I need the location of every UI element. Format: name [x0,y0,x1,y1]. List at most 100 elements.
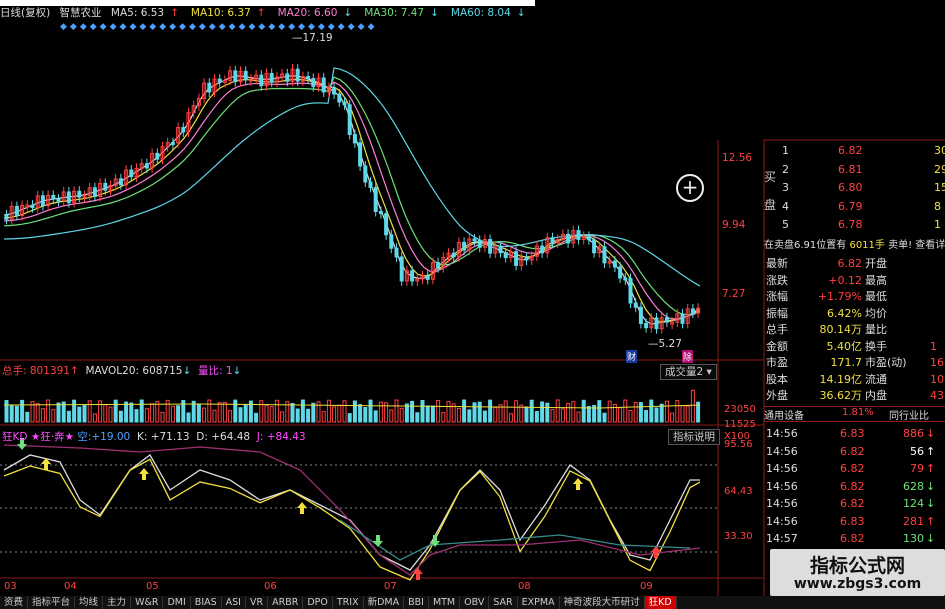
candle [550,237,555,244]
indicator-select-dropdown[interactable]: 成交量2 ▾ [660,364,717,380]
indicator-tab[interactable]: DMI [163,596,191,609]
finance-marker[interactable]: 财 [626,350,638,363]
ex-rights-marker[interactable]: 除 [682,350,694,363]
volume-bar [51,409,56,423]
candle [368,181,373,188]
indicator-tab[interactable]: MTM [429,596,461,609]
tick-volume: 628 [903,479,924,493]
candle [451,252,456,258]
volume-bar [581,399,586,423]
candle [618,266,623,279]
date-label: 04 [64,581,77,592]
volume-bar [4,400,9,423]
volume-bar [597,400,602,423]
indicator-tab[interactable]: 指标平台 [28,596,76,609]
quote-row: 市盈 171.7 市盈(动) 16 [764,355,945,371]
volume-bar [332,406,337,423]
quote-label: 涨跌 [766,273,788,287]
indicator-tab[interactable]: ASI [222,596,246,609]
volume-axis-2: 11525 [724,419,756,430]
zoom-in-button[interactable]: + [676,174,704,202]
indicator-tab[interactable]: 主力 [103,596,132,609]
volume-bar [654,407,659,423]
order-notice-text: 在卖盘6.91位置有 [764,240,847,251]
level-price: 6.79 [838,199,863,213]
j-value: J: +84.43 [256,431,306,443]
volume-bar [222,401,227,423]
candle [602,246,607,264]
volume-bar [9,405,14,423]
candle [389,234,394,249]
level-volume: 29 [934,162,945,176]
volume-bar [540,401,545,423]
quote-value-2: 43.5 [930,389,945,402]
quote-row: 外盘 36.62万内盘 43.5 [764,388,945,404]
order-book-row[interactable]: 5 6.78 1 [764,217,945,233]
indicator-tab[interactable]: SAR [489,596,518,609]
mavol-label: MAVOL20: 608715 [85,365,183,377]
volume-bar [482,410,487,423]
order-book-row[interactable]: 4 6.79 8 [764,199,945,215]
indicator-tab[interactable]: OBV [460,596,490,609]
tick-price: 6.82 [840,479,865,493]
volume-bar [124,401,129,423]
watermark-logo: 指标公式网 www.zbgs3.com [770,549,945,596]
indicator-tab[interactable]: DPO [303,596,333,609]
level-number: 4 [782,199,789,213]
indicator-tab[interactable]: VR [246,596,269,609]
candle [347,104,352,136]
volume-bar [35,403,40,423]
order-book-row[interactable]: 2 6.81 29 [764,162,945,178]
volume-bar [347,413,352,423]
order-notice[interactable]: 在卖盘6.91位置有 6011手 卖单! 查看详 [764,236,945,251]
indicator-tab[interactable]: BBI [404,596,429,609]
order-book-row[interactable]: 1 6.82 30 [764,143,945,159]
volume-bar [436,399,441,423]
candle [207,82,212,93]
sector-compare-link[interactable]: 同行业比 [889,407,929,422]
candle [332,87,337,95]
volume-bar [160,411,165,423]
order-book-row[interactable]: 3 6.80 15 [764,180,945,196]
candle [425,275,430,280]
candle [51,194,56,200]
candle [633,302,638,308]
quote-panel: 买 盘 1 6.82 30 2 6.81 29 3 6.80 15 4 6.79 8 5 6.78 1 在卖… [764,140,945,609]
d-value: D: +64.48 [196,431,251,443]
order-notice-link[interactable]: 查看详 [915,240,945,251]
quote-label-2: 量比 [865,323,887,336]
level-volume: 15 [934,181,945,194]
indicator-tab[interactable]: EXPMA [518,596,560,609]
tick-direction-icon: ↑ [926,462,936,475]
indicator-tab[interactable]: 资费 [0,596,29,609]
sell-arrow-icon [373,535,383,547]
order-notice-volume: 6011手 [849,240,885,251]
quote-row: 金额 5.40亿 换手 1 [764,339,945,355]
indicator-tab[interactable]: 狂KD [644,596,677,609]
indicator-help-button[interactable]: 指标说明 [668,429,720,445]
tick-direction-icon: ↓ [926,532,936,545]
level-volume: 30 [934,144,945,157]
indicator-tab[interactable]: 神奇波段大币研讨 [560,596,645,609]
candle [92,187,97,197]
d-line [3,458,701,581]
indicator-tab[interactable]: 均线 [75,596,104,609]
kd-sub2: 空 [77,431,88,443]
indicator-tab[interactable]: W&R [131,596,164,609]
indicator-tab[interactable]: TRIX [333,596,364,609]
tick-price: 6.83 [840,427,865,440]
quote-value: 6.82 [837,257,863,270]
indicator-tab[interactable]: ARBR [268,596,304,609]
tick-time: 14:56 [766,497,798,510]
volume-bar [150,403,155,423]
tick-price: 6.83 [840,514,865,528]
indicator-tab[interactable]: BIAS [191,596,222,609]
volume-bar [456,407,461,423]
volume-bar [139,399,144,423]
sector-row[interactable]: 通用设备 1.81% 同行业比 [764,406,945,422]
indicator-tab[interactable]: 新DMA [364,596,405,609]
price-axis-2: 9.94 [722,219,746,231]
tick-row: 14:56 6.83 886 ↓ [764,426,945,442]
indicator-tab-strip: 资费 指标平台 均线 主力 W&R DMI BIAS ASI VR ARBR DPO TRIX 新DMA… [0,596,945,609]
price-axis-3: 7.27 [722,288,746,300]
